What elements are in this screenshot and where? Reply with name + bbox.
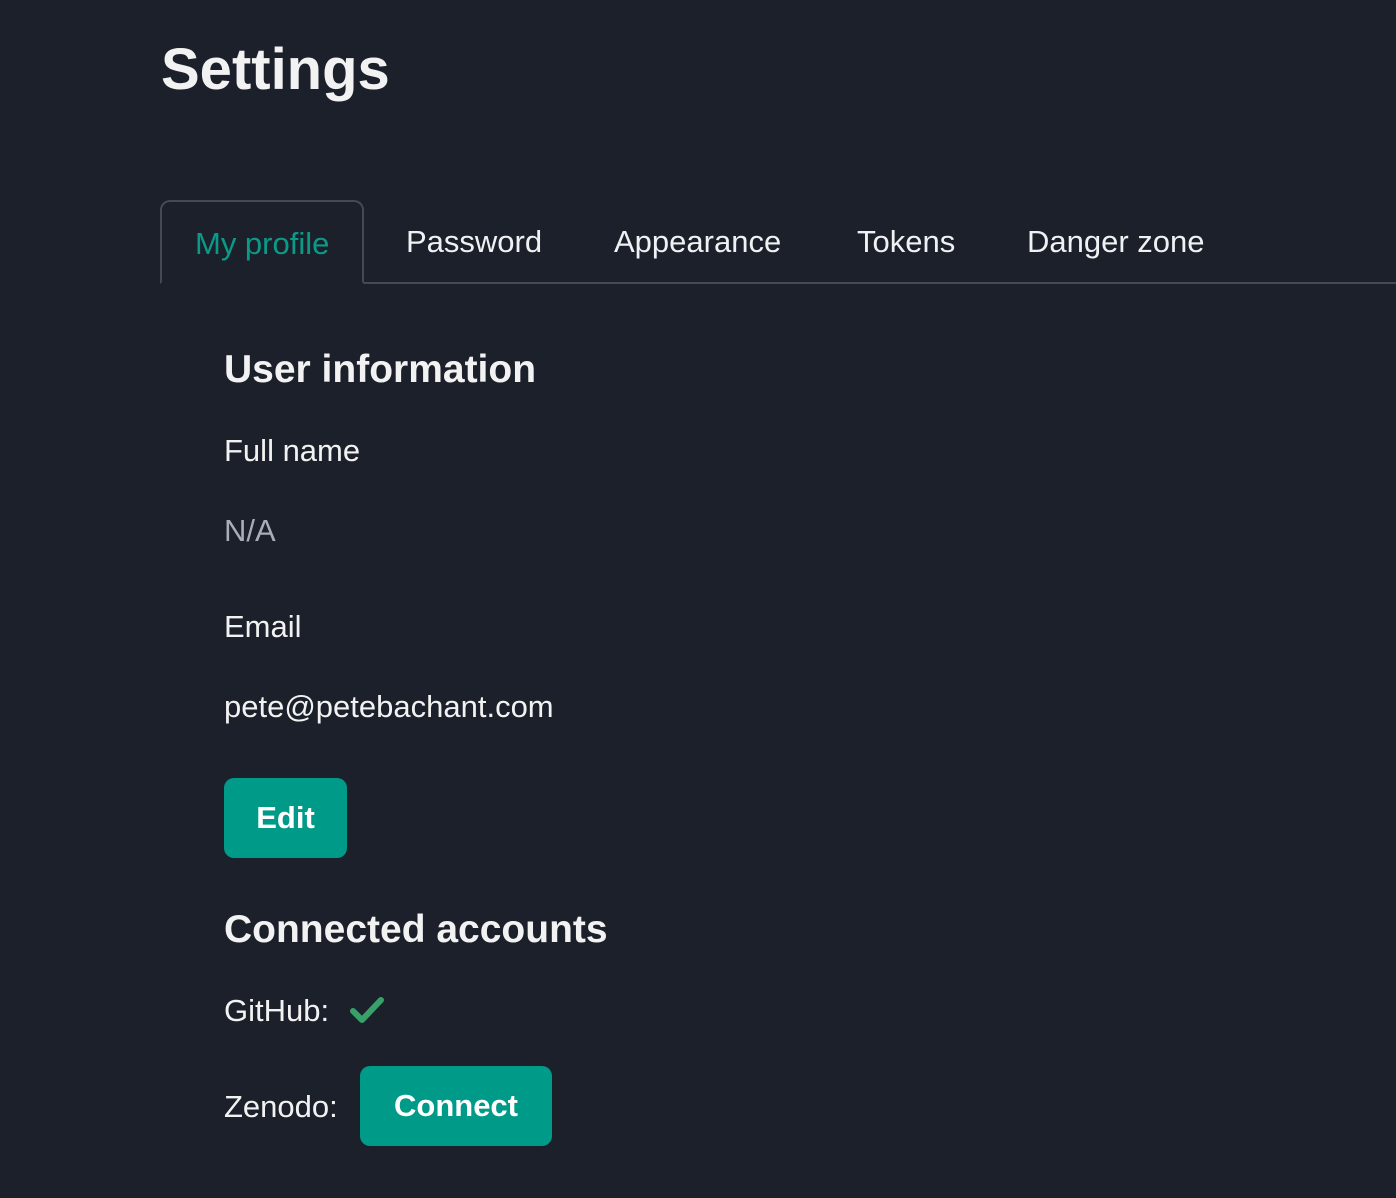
tab-password[interactable]: Password (406, 200, 542, 284)
tab-my-profile[interactable]: My profile (160, 200, 365, 284)
page-title: Settings (161, 37, 390, 102)
tab-appearance[interactable]: Appearance (614, 200, 781, 284)
email-value: pete@petebachant.com (224, 689, 554, 724)
github-label: GitHub: (224, 993, 330, 1028)
user-information-heading: User information (224, 348, 537, 391)
tab-danger-zone[interactable]: Danger zone (1027, 200, 1205, 284)
tab-bar: My profile Password Appearance Tokens Da… (160, 200, 1396, 284)
email-label: Email (224, 609, 302, 644)
connected-accounts-heading: Connected accounts (224, 908, 608, 951)
tab-tokens[interactable]: Tokens (857, 200, 955, 284)
edit-button[interactable]: Edit (224, 778, 347, 858)
check-icon (349, 996, 385, 1029)
full-name-label: Full name (224, 433, 361, 468)
zenodo-label: Zenodo: (224, 1089, 338, 1124)
zenodo-connect-button[interactable]: Connect (360, 1066, 552, 1146)
full-name-value: N/A (224, 513, 276, 548)
